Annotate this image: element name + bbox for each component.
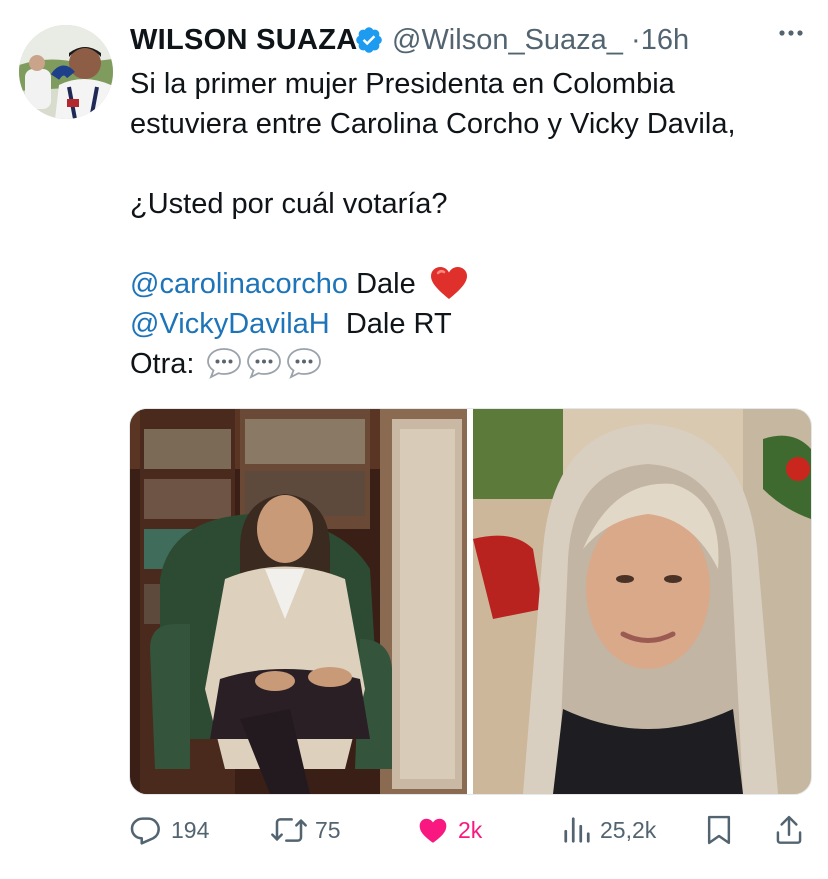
tweet-question: ¿Usted por cuál votaría? xyxy=(130,188,448,220)
reply-button[interactable]: 194 xyxy=(129,810,209,850)
speech-bubble-emoji xyxy=(286,348,321,380)
media-grid xyxy=(129,408,812,795)
retweet-button[interactable]: 75 xyxy=(269,810,341,850)
verified-badge-icon xyxy=(356,27,382,53)
tweet-time[interactable]: 16h xyxy=(641,24,689,56)
tweet-header: WILSON SUAZA @Wilson_Suaza_ ·16h xyxy=(130,22,808,58)
reply-count: 194 xyxy=(171,816,210,843)
tweet-option-3: Otra: xyxy=(130,344,810,384)
red-heart-emoji xyxy=(430,267,467,300)
more-options-icon[interactable] xyxy=(778,28,804,38)
reply-icon xyxy=(130,817,160,845)
bookmark-button[interactable] xyxy=(704,810,734,850)
mention-carolinacorcho[interactable]: @carolinacorcho xyxy=(130,268,348,300)
tweet-option-2: @VickyDavilaH Dale RT xyxy=(130,304,810,344)
user-handle[interactable]: @Wilson_Suaza_ xyxy=(392,24,623,56)
photo-woman-blonde-portrait[interactable] xyxy=(473,409,811,794)
option-1-text: Dale xyxy=(348,268,416,300)
avatar[interactable] xyxy=(19,25,113,119)
option-3-text: Otra: xyxy=(130,348,195,380)
bookmark-icon xyxy=(707,815,731,845)
share-button[interactable] xyxy=(774,810,804,850)
like-heart-icon xyxy=(419,818,447,843)
like-count: 2k xyxy=(458,816,483,843)
tweet-option-1: @carolinacorcho Dale xyxy=(130,264,810,304)
retweet-icon xyxy=(271,818,307,842)
tweet-line-1: Si la primer mujer Presidenta en Colombi… xyxy=(130,68,675,100)
tweet-text: Si la primer mujer Presidenta en Colombi… xyxy=(130,64,810,384)
photo-woman-in-armchair[interactable] xyxy=(130,409,467,794)
avatar-photo xyxy=(19,25,113,119)
views-count: 25,2k xyxy=(600,816,657,843)
mention-vickydavilah[interactable]: @VickyDavilaH xyxy=(130,308,330,340)
share-icon xyxy=(776,815,802,844)
tweet-line-2: estuviera entre Carolina Corcho y Vicky … xyxy=(130,108,736,140)
like-button[interactable]: 2k xyxy=(416,810,482,850)
views-button[interactable]: 25,2k xyxy=(562,810,656,850)
retweet-count: 75 xyxy=(315,816,341,843)
handle-and-time: @Wilson_Suaza_ ·16h xyxy=(392,24,689,57)
time-separator: · xyxy=(631,24,641,56)
action-bar: 194 75 2k 25,2k xyxy=(129,810,809,850)
tweet-card[interactable]: WILSON SUAZA @Wilson_Suaza_ ·16h Si la p… xyxy=(0,0,828,879)
views-chart-icon xyxy=(564,817,590,843)
display-name[interactable]: WILSON SUAZA xyxy=(130,24,358,57)
option-2-text: Dale RT xyxy=(329,308,452,340)
speech-bubble-emoji xyxy=(246,348,281,380)
speech-bubble-emoji xyxy=(206,348,241,380)
